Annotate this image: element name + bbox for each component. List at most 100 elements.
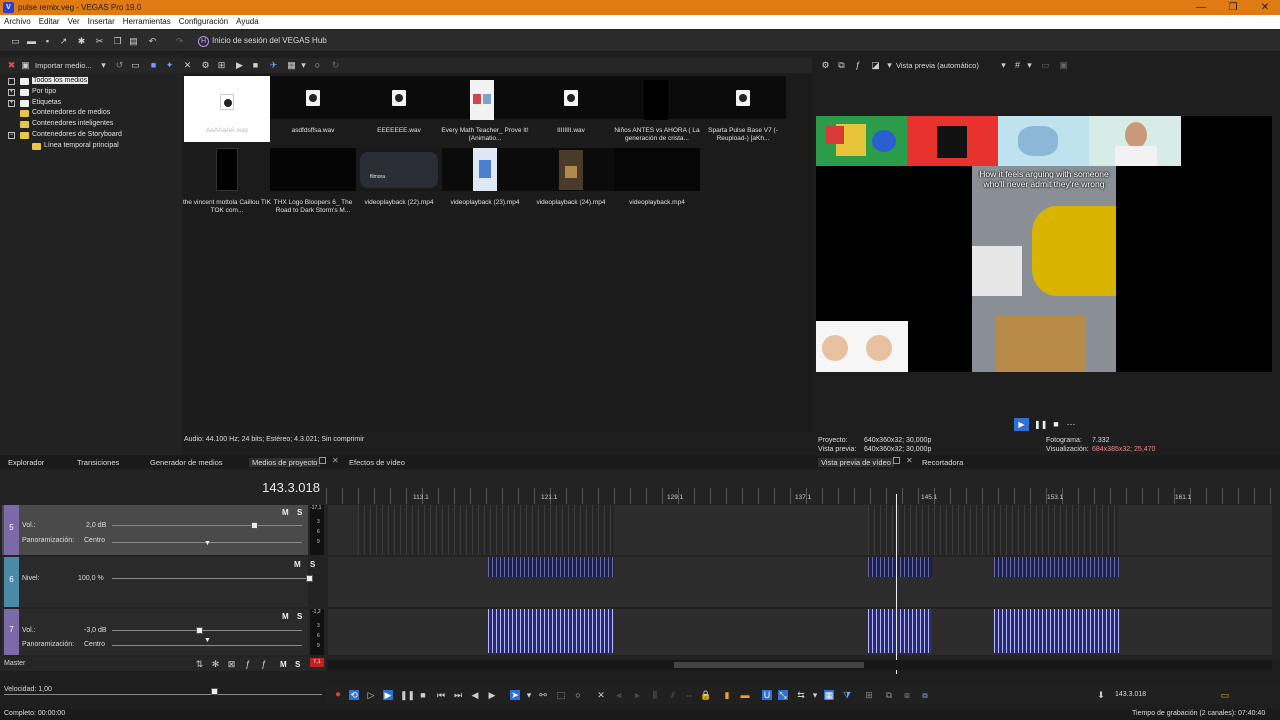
vegas-hub-login[interactable]: Inicio de sesión del VEGAS Hub	[212, 36, 327, 45]
track-pan-knob[interactable]: ▼	[204, 637, 211, 644]
tree-expander-icon[interactable]: +	[8, 88, 15, 96]
trim-icon[interactable]: ⫽	[668, 690, 678, 700]
tree-expander-icon[interactable]	[8, 78, 15, 85]
master-automation-icon[interactable]: ✻	[210, 659, 221, 670]
capture-icon[interactable]: ↺	[114, 60, 125, 71]
preview-properties-gear-icon[interactable]: ⚙	[820, 60, 831, 71]
menu-ver[interactable]: Ver	[64, 15, 84, 26]
track-pan-knob[interactable]: ▼	[204, 540, 211, 547]
get-media-icon[interactable]: ▭	[130, 60, 141, 71]
trim-start-icon[interactable]: ⫷	[614, 690, 624, 700]
external-monitor-icon[interactable]: ⧉	[836, 60, 847, 71]
master-fx-chain-icon[interactable]: ⊠	[226, 659, 237, 670]
video-fx-icon[interactable]: ƒ	[852, 60, 863, 71]
track-mute-button[interactable]: M	[282, 508, 289, 517]
tree-item-por-tipo[interactable]: + Por tipo	[4, 87, 180, 98]
search-icon[interactable]: ○	[312, 60, 323, 71]
zoom-tool-icon[interactable]: ○	[573, 690, 583, 700]
track-vol-slider[interactable]	[112, 630, 302, 631]
track-mute-button[interactable]: M	[294, 560, 301, 569]
media-item[interactable]: Niños ANTES vs AHORA ( La generación de …	[614, 76, 700, 142]
tab-explorador[interactable]: Explorador	[8, 458, 44, 467]
next-frame-icon[interactable]: ▶	[487, 690, 497, 700]
scrollbar-thumb[interactable]	[674, 662, 864, 668]
close-button[interactable]: ✕	[1250, 1, 1280, 14]
overlays-dropdown-icon[interactable]: ▾	[1024, 60, 1035, 71]
paste-icon[interactable]: ▤	[128, 36, 139, 47]
preview-more-icon[interactable]: ···	[1064, 418, 1078, 431]
preview-stop-icon[interactable]: ■	[1050, 418, 1062, 431]
audio-clip-group[interactable]	[488, 609, 614, 653]
save-snapshot-icon[interactable]: ▣	[1058, 60, 1069, 71]
master-fx-icon[interactable]: ƒ	[242, 659, 253, 670]
import-media-button[interactable]: Importar medio...	[35, 61, 92, 70]
region-icon[interactable]: ▬	[740, 690, 750, 700]
envelope-tool-icon[interactable]: ⚯	[538, 690, 548, 700]
audio-clip-group[interactable]	[868, 505, 1118, 555]
media-item[interactable]: videoplayback (24).mp4	[528, 148, 614, 214]
redo-icon[interactable]: ↷	[174, 36, 185, 47]
minimize-button[interactable]: —	[1186, 1, 1216, 14]
audio-clip-group[interactable]	[994, 609, 1120, 653]
track-vol-knob[interactable]	[251, 522, 258, 529]
media-item[interactable]: filmora videoplayback (22).mp4	[356, 148, 442, 214]
overlays-grid-icon[interactable]: #	[1012, 60, 1023, 71]
menu-ayuda[interactable]: Ayuda	[232, 15, 263, 26]
media-item[interactable]: videoplayback.mp4	[614, 148, 700, 214]
normal-edit-tool-icon[interactable]: ➤	[510, 690, 520, 700]
tab-efectos-de-video[interactable]: Efectos de vídeo	[349, 458, 405, 467]
media-properties-gear-icon[interactable]: ⚙	[200, 60, 211, 71]
save-icon[interactable]: ▪	[42, 36, 53, 47]
playhead-cursor[interactable]	[896, 494, 897, 674]
delete-icon[interactable]: ✕	[596, 690, 606, 700]
track-lane-5[interactable]	[328, 505, 1272, 555]
media-item[interactable]: EEEEEEE.wav	[356, 76, 442, 142]
speed-knob[interactable]	[211, 688, 218, 695]
selection-range-icon[interactable]: ▭	[1220, 690, 1230, 700]
tab-close-icon[interactable]: ✕	[332, 456, 339, 465]
tree-item-todos-los-medios[interactable]: Todos los medios	[4, 76, 180, 87]
split-screen-icon[interactable]: ◪	[870, 60, 881, 71]
preview-quality-dropdown-icon[interactable]: ▾	[998, 60, 1009, 71]
stop-icon[interactable]: ■	[418, 690, 428, 700]
ripple-dropdown-icon[interactable]: ▾	[810, 690, 820, 700]
tab-transiciones[interactable]: Transiciones	[77, 458, 119, 467]
track-mute-button[interactable]: M	[282, 612, 289, 621]
undo-icon[interactable]: ↶	[147, 36, 158, 47]
preview-play-icon[interactable]: ▶	[1014, 418, 1029, 431]
lock-envelopes-icon[interactable]: ▦	[824, 690, 834, 700]
maximize-button[interactable]: ❐	[1218, 1, 1248, 14]
tab-generador-de-medios[interactable]: Generador de medios	[150, 458, 223, 467]
tab-vista-previa-de-video[interactable]: Vista previa de vídeo	[818, 458, 894, 467]
master-mute-button[interactable]: M	[280, 660, 287, 669]
media-item[interactable]: the vincent mottola Caillou TIK TOK com.…	[183, 148, 271, 214]
split-icon[interactable]: ⫼	[650, 690, 660, 700]
menu-editar[interactable]: Editar	[35, 15, 64, 26]
tab-undock-icon[interactable]	[319, 457, 326, 464]
close-media-icon[interactable]: ✕	[182, 60, 193, 71]
snapping-icon[interactable]: U	[762, 690, 772, 700]
track-level-slider[interactable]	[112, 578, 308, 579]
remove-unused-icon[interactable]: ✦	[164, 60, 175, 71]
ignore-grouping-icon[interactable]: ⧩	[842, 690, 852, 700]
copy-icon[interactable]: ❐	[112, 36, 123, 47]
media-item[interactable]: videoplayback (23).mp4	[442, 148, 528, 214]
properties-gear-icon[interactable]: ✱	[76, 36, 87, 47]
refresh-icon[interactable]: ↻	[330, 60, 341, 71]
master-solo-button[interactable]: S	[295, 660, 300, 669]
media-item[interactable]: Every Math Teacher_ Prove It! (Animatio.…	[441, 76, 529, 142]
edit-tool-dropdown-icon[interactable]: ▾	[524, 690, 534, 700]
previous-frame-icon[interactable]: ◀	[470, 690, 480, 700]
media-item[interactable]: THX Logo Bloopers 6_ The Road to Dark St…	[270, 148, 356, 214]
cut-icon[interactable]: ✂	[94, 36, 105, 47]
track-solo-button[interactable]: S	[297, 508, 302, 517]
event-fx-icon[interactable]: ⧉	[884, 690, 894, 700]
record-icon[interactable]: ●	[333, 690, 343, 700]
video-clip-group[interactable]	[868, 557, 932, 577]
lock-icon[interactable]: 🔒	[700, 690, 711, 700]
media-settings-icon[interactable]: ⊞	[216, 60, 227, 71]
import-media-icon[interactable]: ▣	[20, 60, 31, 71]
menu-herramientas[interactable]: Herramientas	[119, 15, 175, 26]
tree-item-contenedores-de-medios[interactable]: Contenedores de medios	[4, 108, 180, 119]
render-icon[interactable]: ↗	[58, 36, 69, 47]
